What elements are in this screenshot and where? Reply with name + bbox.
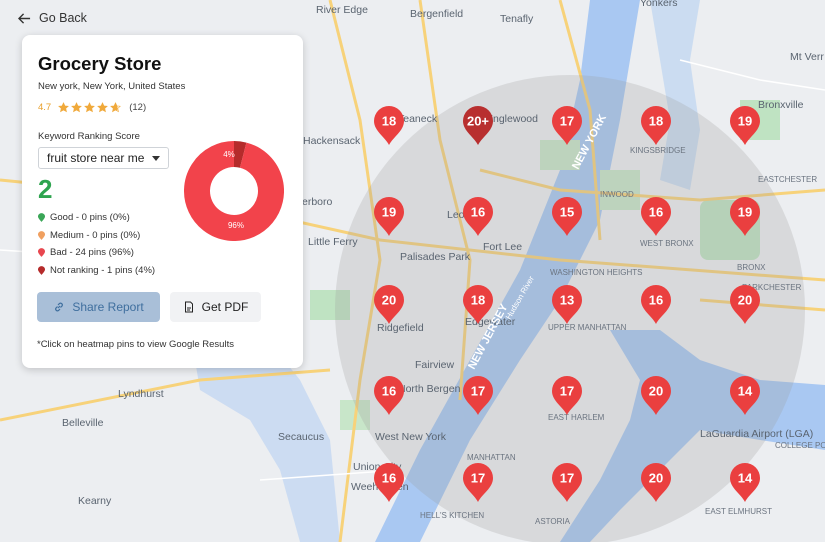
pin-rank-label: 18: [649, 114, 663, 129]
donut-label-bad: 96%: [228, 221, 244, 230]
map-place-label: WASHINGTON HEIGHTS: [550, 268, 642, 277]
business-address: New york, New York, United States: [38, 81, 186, 92]
map-place-label: Belleville: [62, 417, 104, 429]
share-report-label: Share Report: [72, 300, 144, 314]
pin-icon: [38, 248, 45, 258]
star-icon: [110, 102, 122, 113]
business-name: Grocery Store: [38, 53, 162, 74]
link-icon: [55, 302, 64, 312]
pin-rank-label: 20: [649, 384, 663, 399]
map-place-label: Ridgefield: [377, 322, 424, 334]
map-place-label: Hackensack: [303, 135, 361, 147]
pin-rank-label: 20: [382, 293, 396, 308]
pin-rank-label: 14: [738, 471, 753, 486]
star-icon: [58, 102, 70, 113]
caret-down-icon: [152, 155, 161, 161]
map-place-label: River Edge: [316, 4, 368, 16]
map-place-label: Bronxville: [758, 99, 804, 111]
map-place-label: North Bergen: [398, 383, 461, 395]
map-place-label: Palisades Park: [400, 251, 471, 263]
map-place-label: Yonkers: [640, 0, 678, 9]
legend-label: Not ranking - 1 pins (4%): [50, 264, 156, 276]
map-place-label: Kearny: [78, 495, 112, 507]
share-report-button[interactable]: Share Report: [37, 292, 160, 322]
star-icon: [84, 102, 96, 113]
pin-rank-label: 16: [649, 205, 663, 220]
map-place-label: UPPER MANHATTAN: [548, 323, 627, 332]
map-place-label: Bergenfield: [410, 8, 463, 20]
map-place-label: Fairview: [415, 359, 455, 371]
star-icon: [71, 102, 83, 113]
map-place-label: KINGSBRIDGE: [630, 146, 686, 155]
pin-icon: [38, 230, 45, 240]
map-place-label: Teaneck: [398, 113, 438, 125]
legend-label: Bad - 24 pins (96%): [50, 247, 134, 259]
legend-label: Good - 0 pins (0%): [50, 212, 130, 224]
rating-row: 4.7 (12): [38, 102, 287, 113]
legend-label: Medium - 0 pins (0%): [50, 229, 141, 241]
pin-rank-label: 17: [471, 471, 485, 486]
map-place-label: WEST BRONX: [640, 239, 694, 248]
map-place-label: ASTORIA: [535, 517, 571, 526]
map-place-label: Englewood: [486, 113, 538, 125]
pin-rank-label: 17: [471, 384, 485, 399]
map-place-label: BRONX: [737, 263, 766, 272]
pin-rank-label: 13: [560, 293, 574, 308]
map-place-label: Secaucus: [278, 431, 324, 443]
pin-rank-label: 20: [738, 293, 752, 308]
rating-value: 4.7: [38, 102, 52, 113]
map-place-label: West New York: [375, 431, 447, 443]
go-back-button[interactable]: Go Back: [18, 11, 87, 25]
star-rating: [58, 102, 122, 113]
pin-rank-label: 16: [471, 205, 485, 220]
heatmap-note: *Click on heatmap pins to view Google Re…: [37, 339, 234, 350]
pin-icon: [38, 213, 45, 223]
ranking-donut-chart: 4% 96%: [184, 141, 284, 241]
pin-rank-label: 16: [382, 471, 396, 486]
donut-label-not-ranking: 4%: [223, 150, 235, 159]
arrow-left-icon: [18, 12, 31, 24]
map-place-label: Mt Verr: [790, 51, 824, 63]
get-pdf-button[interactable]: Get PDF: [170, 292, 261, 322]
pdf-file-icon: [184, 301, 193, 313]
go-back-label: Go Back: [39, 11, 87, 25]
legend-item: Bad - 24 pins (96%): [38, 244, 287, 262]
pin-rank-label: 19: [738, 205, 752, 220]
pin-rank-label: 18: [382, 114, 396, 129]
star-icon: [97, 102, 109, 113]
map-place-label: LaGuardia Airport (LGA): [700, 428, 813, 440]
pin-rank-label: 19: [738, 114, 752, 129]
map-place-label: Little Ferry: [308, 236, 358, 248]
pin-icon: [38, 265, 45, 275]
pin-rank-label: 20+: [467, 114, 489, 129]
map-place-label: EASTCHESTER: [758, 175, 817, 184]
donut-slice-bad: [184, 141, 284, 241]
map-place-label: MANHATTAN: [467, 453, 516, 462]
keyword-select[interactable]: fruit store near me: [38, 147, 170, 169]
pin-rank-label: 14: [738, 384, 753, 399]
review-count: (12): [129, 102, 147, 113]
pin-rank-label: 15: [560, 205, 574, 220]
pin-rank-label: 17: [560, 114, 574, 129]
pin-rank-label: 17: [560, 384, 574, 399]
pin-rank-label: 16: [649, 293, 663, 308]
map-place-label: HELL'S KITCHEN: [420, 511, 484, 520]
pin-rank-label: 18: [471, 293, 485, 308]
pin-rank-label: 20: [649, 471, 663, 486]
map-place-label: Lyndhurst: [118, 388, 164, 400]
map-place-label: Tenafly: [500, 13, 534, 25]
map-place-label: Fort Lee: [483, 241, 522, 253]
pin-rank-label: 16: [382, 384, 396, 399]
legend-item: Not ranking - 1 pins (4%): [38, 262, 287, 280]
keyword-select-value: fruit store near me: [47, 151, 145, 165]
donut-slice-not-ranking: [233, 141, 247, 168]
business-card: Grocery Store New york, New York, United…: [22, 35, 303, 368]
pin-rank-label: 17: [560, 471, 574, 486]
get-pdf-label: Get PDF: [201, 300, 249, 314]
map-place-label: COLLEGE POINT: [775, 441, 825, 450]
map-place-label: EAST ELMHURST: [705, 507, 772, 516]
map-place-label: INWOOD: [600, 190, 634, 199]
map-place-label: EAST HARLEM: [548, 413, 605, 422]
pin-rank-label: 19: [382, 205, 396, 220]
